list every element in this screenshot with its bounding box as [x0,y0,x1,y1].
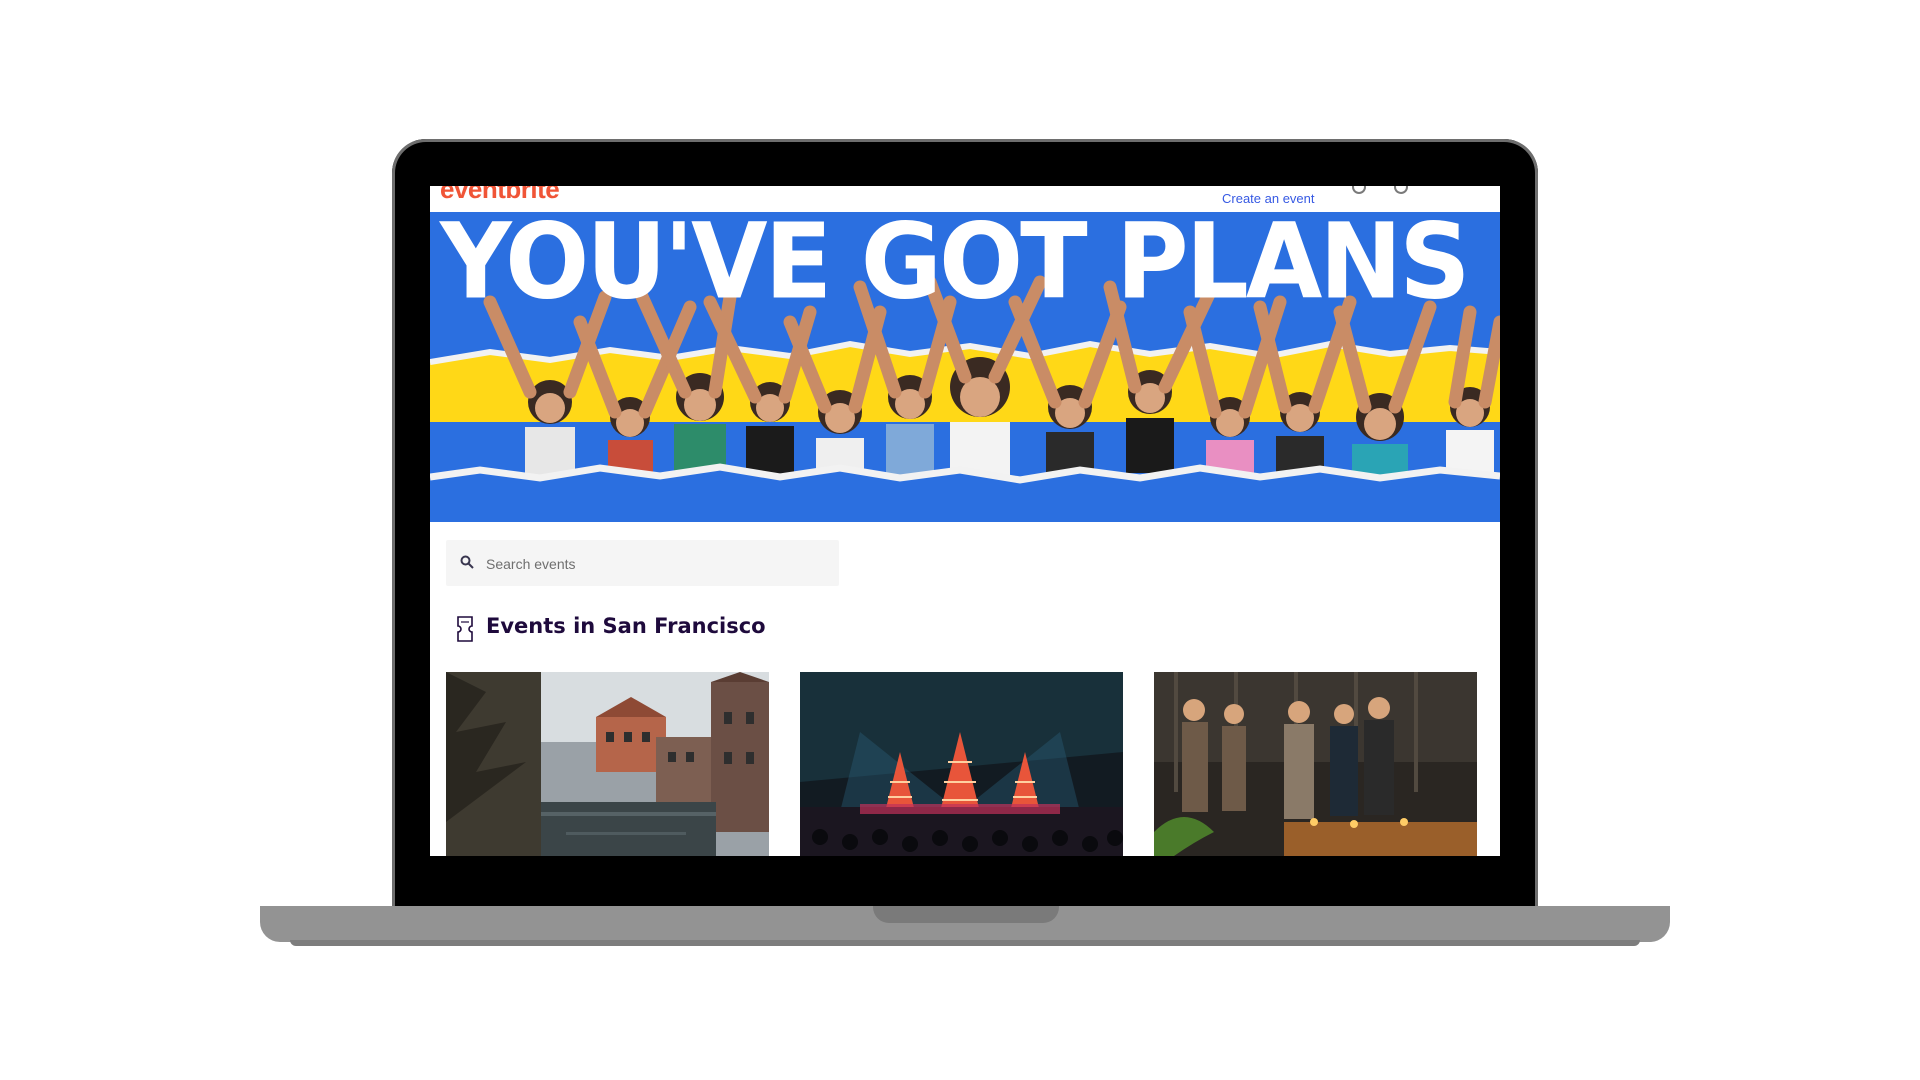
user-avatar-icon[interactable] [1394,186,1409,194]
search-input[interactable] [484,540,828,588]
top-navigation: eventbrite Create an event [430,186,1500,212]
nav-icons [1352,186,1432,199]
hero-banner: YOU'VE GOT PLANS [430,212,1500,522]
hero-headline: YOU'VE GOT PLANS [440,212,1471,323]
laptop-notch [873,906,1059,923]
people-socializing-photo [1154,672,1477,856]
search-bar[interactable] [446,540,839,588]
laptop-base-lip [290,940,1640,946]
browser-screen: eventbrite Create an event YOU'VE GOT PL… [430,186,1500,856]
ticket-icon [457,616,473,642]
event-card[interactable] [1154,672,1477,856]
likes-icon[interactable] [1352,186,1366,194]
event-card[interactable] [446,672,769,856]
canal-houses-photo [446,672,769,856]
eventbrite-logo[interactable]: eventbrite [440,186,560,205]
section-title: Events in San Francisco [486,614,766,638]
event-card[interactable] [800,672,1123,856]
festival-stage-photo [800,672,1123,856]
create-event-link[interactable]: Create an event [1222,191,1315,206]
search-icon [460,555,474,569]
